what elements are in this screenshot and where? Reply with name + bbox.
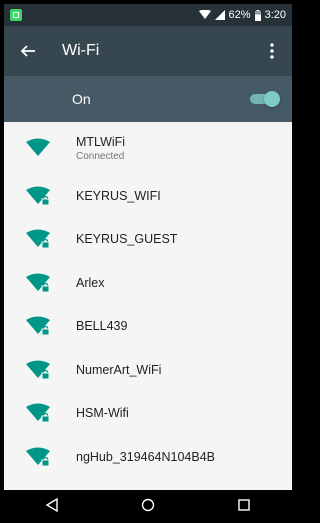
home-circle-icon (141, 498, 155, 512)
network-text: NumerArt_WiFi (76, 363, 161, 377)
clock: 3:20 (264, 9, 286, 21)
battery-icon (254, 9, 261, 21)
back-triangle-icon (45, 498, 58, 512)
network-text: HSM-Wifi (76, 406, 129, 420)
wifi-icon (26, 138, 50, 156)
network-ssid: KEYRUS_GUEST (76, 232, 178, 247)
battery-percentage: 62% (228, 9, 251, 21)
wifi-network-row[interactable]: ngHub_319464N104B4B (4, 435, 292, 479)
status-bar: 62% 3:20 (4, 4, 292, 26)
more-vertical-icon (270, 43, 274, 59)
network-text: ngHub_319464N104B4B (76, 450, 215, 464)
nav-home-button[interactable] (128, 490, 168, 520)
wifi-network-row[interactable]: Arlex (4, 261, 292, 305)
network-ssid: HSM-Wifi (76, 406, 129, 421)
wifi-locked-icon (26, 273, 50, 293)
cell-signal-icon (214, 10, 225, 20)
phone-screen: 62% 3:20 Wi-Fi On MTLWiFi Connected KEYR… (4, 4, 292, 520)
back-button[interactable] (14, 37, 42, 65)
toggle-thumb (264, 91, 280, 107)
notification-icon (10, 9, 22, 21)
wifi-network-row[interactable]: HSM-Wifi (4, 392, 292, 436)
network-text: MTLWiFi Connected (76, 135, 125, 162)
network-ssid: BELL439 (76, 319, 128, 334)
network-ssid: MTLWiFi (76, 134, 126, 149)
wifi-locked-icon (26, 229, 50, 249)
network-text: KEYRUS_WIFI (76, 189, 161, 203)
wifi-signal-icon (198, 10, 211, 19)
page-title: Wi-Fi (62, 42, 100, 59)
wifi-switch-label: On (72, 91, 91, 107)
wifi-network-row[interactable]: NumerArt_WiFi (4, 348, 292, 392)
wifi-network-row[interactable]: MTLWiFi Connected (4, 122, 292, 174)
wifi-network-row[interactable]: KEYRUS_GUEST (4, 218, 292, 262)
network-ssid: ngHub_319464N104B4B (76, 449, 216, 464)
wifi-locked-icon (26, 316, 50, 336)
network-ssid: Arlex (76, 275, 105, 290)
network-status: Connected (76, 150, 125, 162)
nav-back-button[interactable] (32, 490, 72, 520)
network-ssid: NumerArt_WiFi (76, 362, 162, 377)
toolbar: Wi-Fi (4, 26, 292, 76)
wifi-toggle[interactable] (250, 91, 280, 107)
recents-square-icon (238, 499, 250, 511)
network-text: KEYRUS_GUEST (76, 232, 177, 246)
arrow-left-icon (20, 45, 35, 57)
network-list: MTLWiFi Connected KEYRUS_WIFI KEYRUS_GUEST A… (4, 122, 292, 479)
network-text: BELL439 (76, 319, 127, 333)
wifi-locked-icon (26, 360, 50, 380)
nav-recents-button[interactable] (224, 490, 264, 520)
overflow-menu-button[interactable] (262, 37, 282, 65)
wifi-master-switch-row[interactable]: On (4, 76, 292, 122)
network-ssid: KEYRUS_WIFI (76, 188, 161, 203)
wifi-network-row[interactable]: KEYRUS_WIFI (4, 174, 292, 218)
wifi-locked-icon (26, 403, 50, 423)
network-text: Arlex (76, 276, 104, 290)
wifi-locked-icon (26, 447, 50, 467)
wifi-locked-icon (26, 186, 50, 206)
wifi-network-row[interactable]: BELL439 (4, 305, 292, 349)
navigation-bar (4, 490, 292, 520)
